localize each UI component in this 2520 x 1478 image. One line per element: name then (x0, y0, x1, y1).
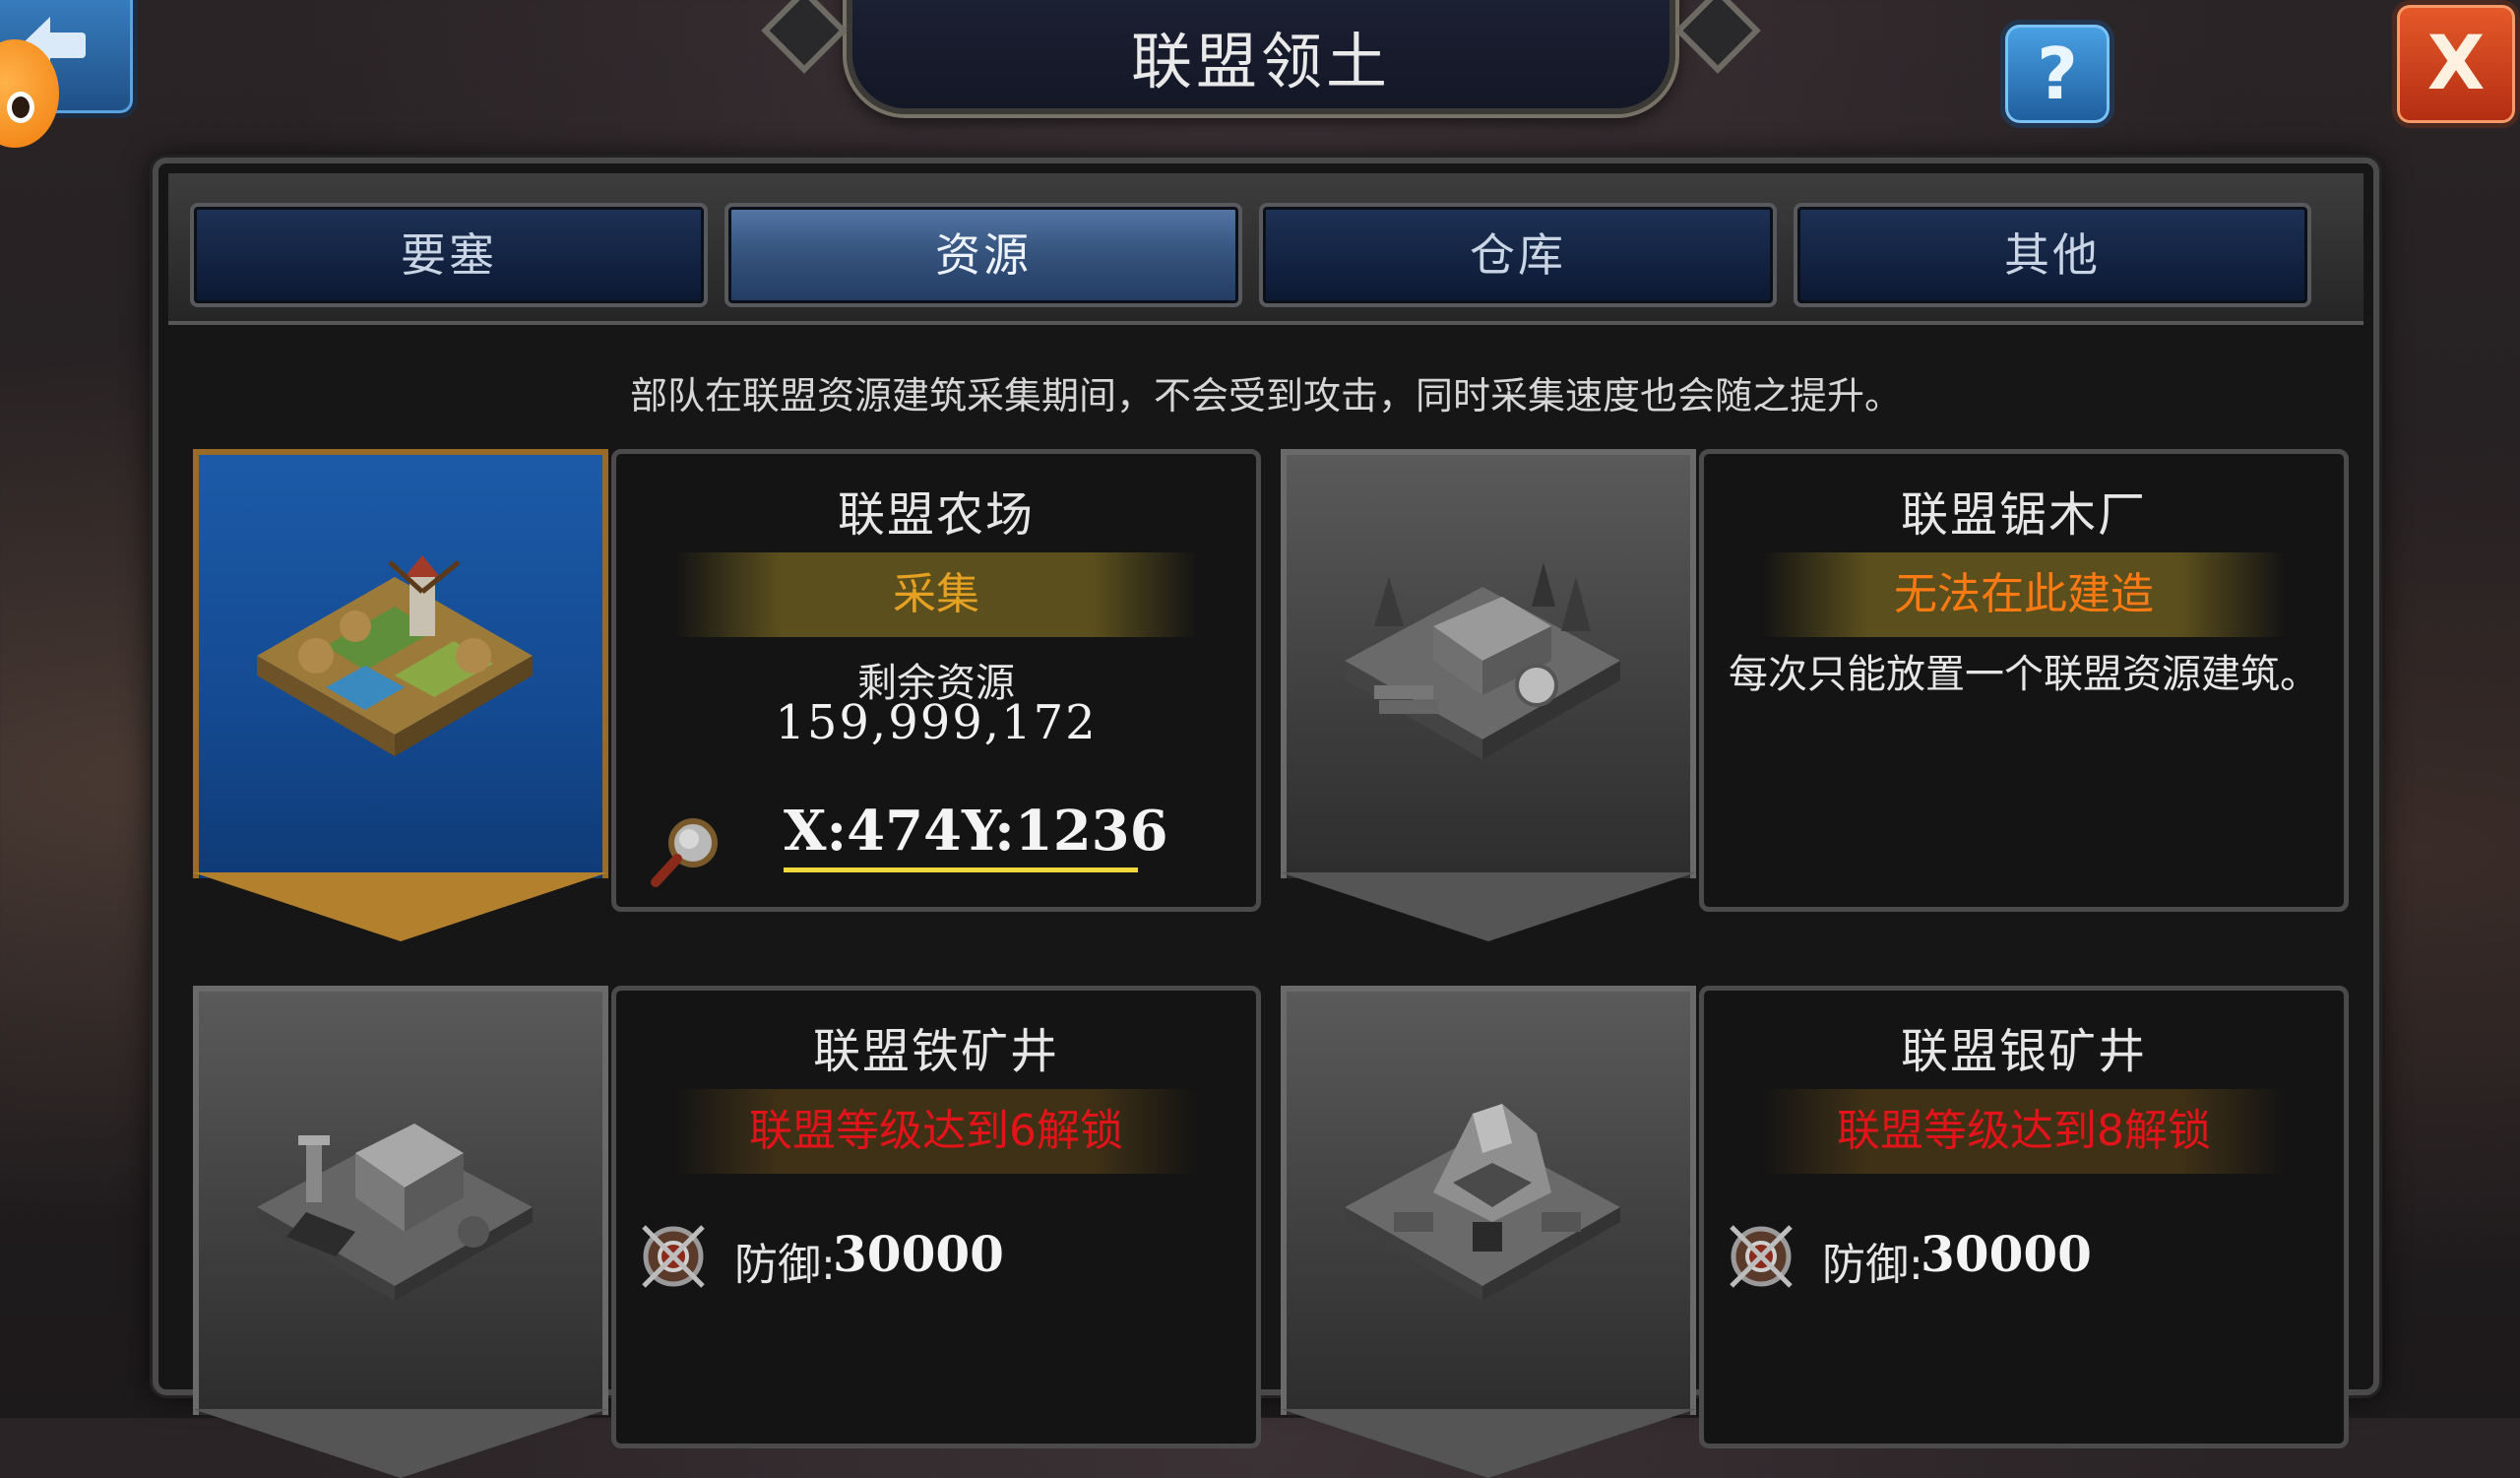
iron-mine-building-icon (257, 1124, 533, 1301)
iron-mine-info-panel: 联盟铁矿井 联盟等级达到6解锁 防御: 30000 (611, 986, 1261, 1448)
building-name: 联盟银矿井 (1900, 1024, 2147, 1079)
banner-point (1281, 1409, 1696, 1478)
card-alliance-iron-mine[interactable]: 联盟铁矿井 联盟等级达到6解锁 防御: 30000 (178, 986, 1261, 1478)
title-ornament-right (1674, 0, 1761, 74)
building-name: 联盟农场 (837, 487, 1035, 543)
cannot-build-status: 无法在此建造 (1763, 552, 2285, 637)
farm-coordinates-link[interactable]: X:474Y:1236 (784, 799, 1168, 872)
tab-fortress[interactable]: 要塞 (190, 203, 708, 307)
page-title: 联盟领土 (1130, 26, 1391, 97)
mascot-eye (12, 96, 30, 118)
card-alliance-farm[interactable]: 联盟农场 采集 剩余资源 159,999,172 X:474Y:1236 (178, 449, 1261, 941)
shield-icon (1730, 1225, 1793, 1288)
defense-value: 30000 (833, 1225, 1004, 1283)
defense-value: 30000 (1921, 1225, 2092, 1283)
farm-banner (178, 449, 611, 941)
remaining-resources-value: 159,999,172 (775, 695, 1098, 750)
farm-building-icon (257, 555, 533, 756)
close-button[interactable]: X (2392, 0, 2520, 128)
tab-warehouse[interactable]: 仓库 (1259, 203, 1777, 307)
card-alliance-silver-mine[interactable]: 联盟银矿井 联盟等级达到8解锁 防御: 30000 (1266, 986, 2349, 1478)
banner-point (193, 1409, 608, 1478)
defense-label: 防御: (1822, 1240, 1923, 1290)
territory-panel: 要塞 资源 仓库 其他 部队在联盟资源建筑采集期间，不会受到攻击，同时采集速度也… (153, 158, 2379, 1478)
sawmill-info-panel: 联盟锯木厂 无法在此建造 每次只能放置一个联盟资源建筑。 (1699, 449, 2349, 912)
title-ornament-left (761, 0, 848, 74)
banner-point (193, 872, 608, 941)
sawmill-building-icon (1345, 562, 1620, 759)
back-arrow-icon (21, 17, 86, 74)
title-plate: 联盟领土 (761, 0, 1761, 114)
gather-status[interactable]: 采集 (675, 552, 1197, 637)
silver-mine-info-panel: 联盟银矿井 联盟等级达到8解锁 防御: 30000 (1699, 986, 2349, 1448)
build-limit-description: 每次只能放置一个联盟资源建筑。 (1729, 652, 2319, 697)
help-button[interactable]: ? (2000, 20, 2114, 128)
magnifier-icon[interactable] (646, 813, 724, 892)
tab-other[interactable]: 其他 (1794, 203, 2311, 307)
banner-point (1281, 872, 1696, 941)
iron-mine-banner (178, 986, 611, 1478)
unlock-requirement: 联盟等级达到6解锁 (675, 1089, 1197, 1174)
defense-label: 防御: (734, 1240, 836, 1290)
silver-mine-banner (1266, 986, 1699, 1478)
building-name: 联盟铁矿井 (812, 1024, 1059, 1079)
building-name: 联盟锯木厂 (1900, 487, 2147, 543)
defense-stat: 防御: 30000 (1724, 1217, 2314, 1296)
defense-stat: 防御: 30000 (636, 1217, 1227, 1296)
card-alliance-sawmill[interactable]: 联盟锯木厂 无法在此建造 每次只能放置一个联盟资源建筑。 (1266, 449, 2349, 941)
resource-hint-text: 部队在联盟资源建筑采集期间，不会受到攻击，同时采集速度也会随之提升。 (629, 374, 1902, 418)
farm-info-panel: 联盟农场 采集 剩余资源 159,999,172 X:474Y:1236 (611, 449, 1261, 912)
unlock-requirement: 联盟等级达到8解锁 (1763, 1089, 2285, 1174)
tab-bar: 要塞 资源 仓库 其他 (168, 173, 2363, 325)
shield-icon (642, 1225, 705, 1288)
sawmill-banner (1266, 449, 1699, 941)
silver-mine-building-icon (1345, 1104, 1620, 1301)
tab-resources[interactable]: 资源 (724, 203, 1242, 307)
